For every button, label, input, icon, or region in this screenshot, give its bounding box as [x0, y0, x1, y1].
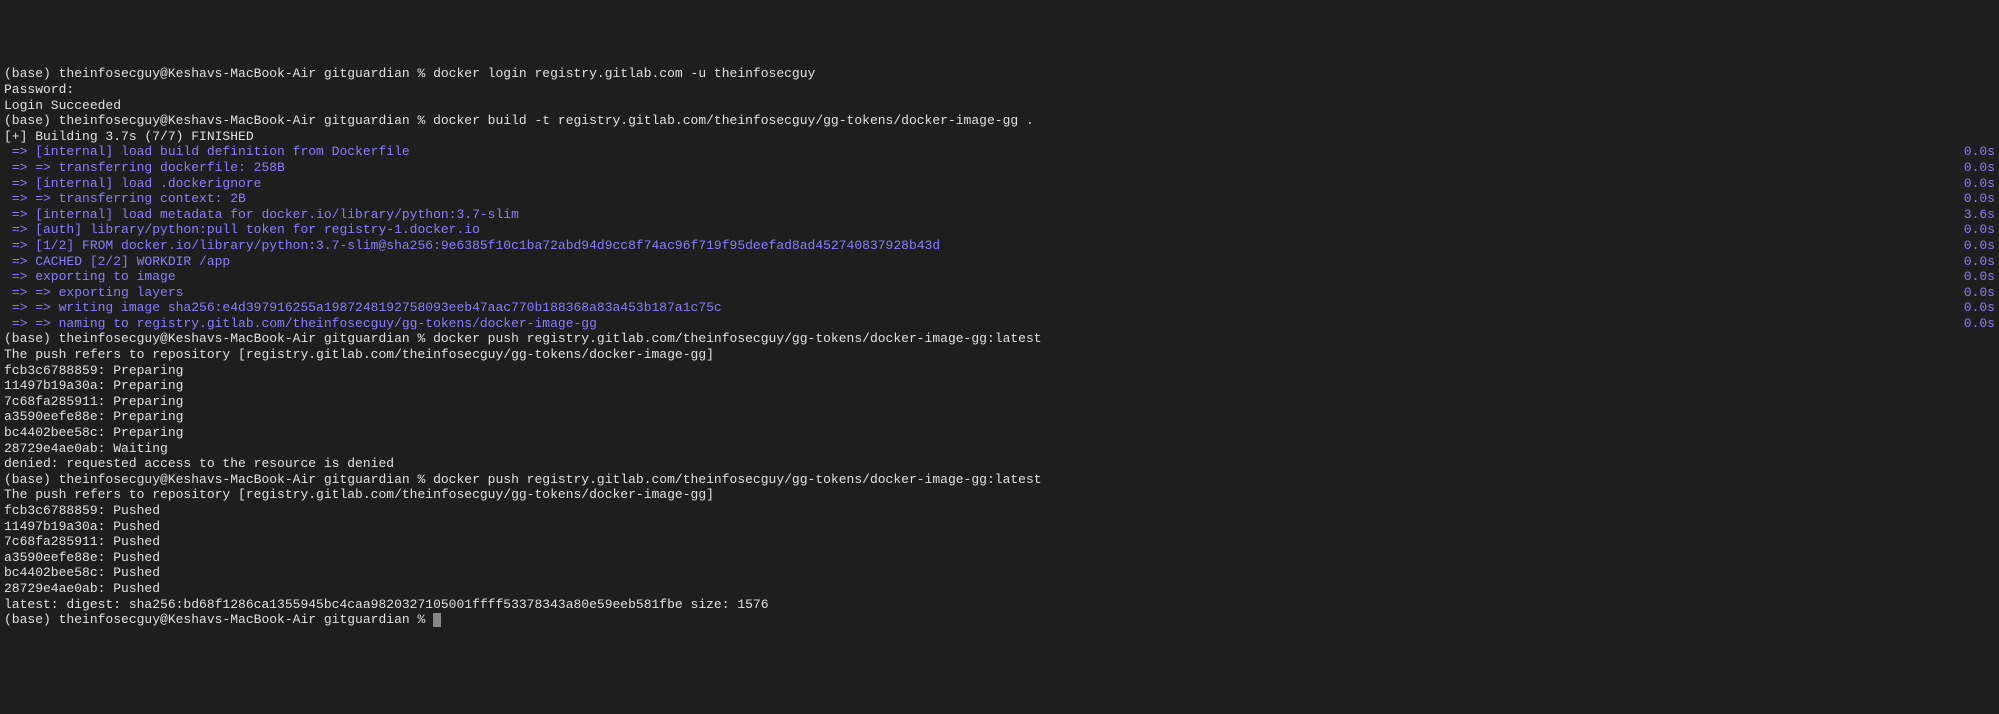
- prompt-line: (base) theinfosecguy@Keshavs-MacBook-Air…: [4, 331, 1995, 347]
- terminal-line: => => naming to registry.gitlab.com/thei…: [4, 316, 1995, 332]
- terminal-line: fcb3c6788859: Preparing: [4, 363, 1995, 379]
- cursor: [433, 613, 441, 627]
- terminal-output[interactable]: (base) theinfosecguy@Keshavs-MacBook-Air…: [4, 66, 1995, 627]
- prompt-line: (base) theinfosecguy@Keshavs-MacBook-Air…: [4, 612, 1995, 628]
- terminal-line: => [internal] load metadata for docker.i…: [4, 207, 1995, 223]
- terminal-line: 7c68fa285911: Pushed: [4, 534, 1995, 550]
- prompt-line: (base) theinfosecguy@Keshavs-MacBook-Air…: [4, 113, 1995, 129]
- terminal-line: latest: digest: sha256:bd68f1286ca135594…: [4, 597, 1995, 613]
- terminal-line: 11497b19a30a: Preparing: [4, 378, 1995, 394]
- terminal-line: 11497b19a30a: Pushed: [4, 519, 1995, 535]
- terminal-line: a3590eefe88e: Pushed: [4, 550, 1995, 566]
- prompt-line: (base) theinfosecguy@Keshavs-MacBook-Air…: [4, 472, 1995, 488]
- terminal-line: bc4402bee58c: Preparing: [4, 425, 1995, 441]
- terminal-line: 28729e4ae0ab: Pushed: [4, 581, 1995, 597]
- terminal-line: The push refers to repository [registry.…: [4, 347, 1995, 363]
- terminal-line: The push refers to repository [registry.…: [4, 487, 1995, 503]
- terminal-line: => exporting to image0.0s: [4, 269, 1995, 285]
- terminal-line: => [internal] load .dockerignore0.0s: [4, 176, 1995, 192]
- terminal-line: => CACHED [2/2] WORKDIR /app0.0s: [4, 254, 1995, 270]
- terminal-line: Password:: [4, 82, 1995, 98]
- terminal-line: => => transferring context: 2B0.0s: [4, 191, 1995, 207]
- terminal-line: bc4402bee58c: Pushed: [4, 565, 1995, 581]
- terminal-line: => => writing image sha256:e4d397916255a…: [4, 300, 1995, 316]
- terminal-line: fcb3c6788859: Pushed: [4, 503, 1995, 519]
- terminal-line: => [1/2] FROM docker.io/library/python:3…: [4, 238, 1995, 254]
- terminal-line: Login Succeeded: [4, 98, 1995, 114]
- terminal-line: denied: requested access to the resource…: [4, 456, 1995, 472]
- terminal-line: 28729e4ae0ab: Waiting: [4, 441, 1995, 457]
- terminal-line: => => exporting layers0.0s: [4, 285, 1995, 301]
- terminal-line: a3590eefe88e: Preparing: [4, 409, 1995, 425]
- terminal-line: 7c68fa285911: Preparing: [4, 394, 1995, 410]
- terminal-line: [+] Building 3.7s (7/7) FINISHED: [4, 129, 1995, 145]
- terminal-line: => => transferring dockerfile: 258B0.0s: [4, 160, 1995, 176]
- terminal-line: => [internal] load build definition from…: [4, 144, 1995, 160]
- prompt-line: (base) theinfosecguy@Keshavs-MacBook-Air…: [4, 66, 1995, 82]
- terminal-line: => [auth] library/python:pull token for …: [4, 222, 1995, 238]
